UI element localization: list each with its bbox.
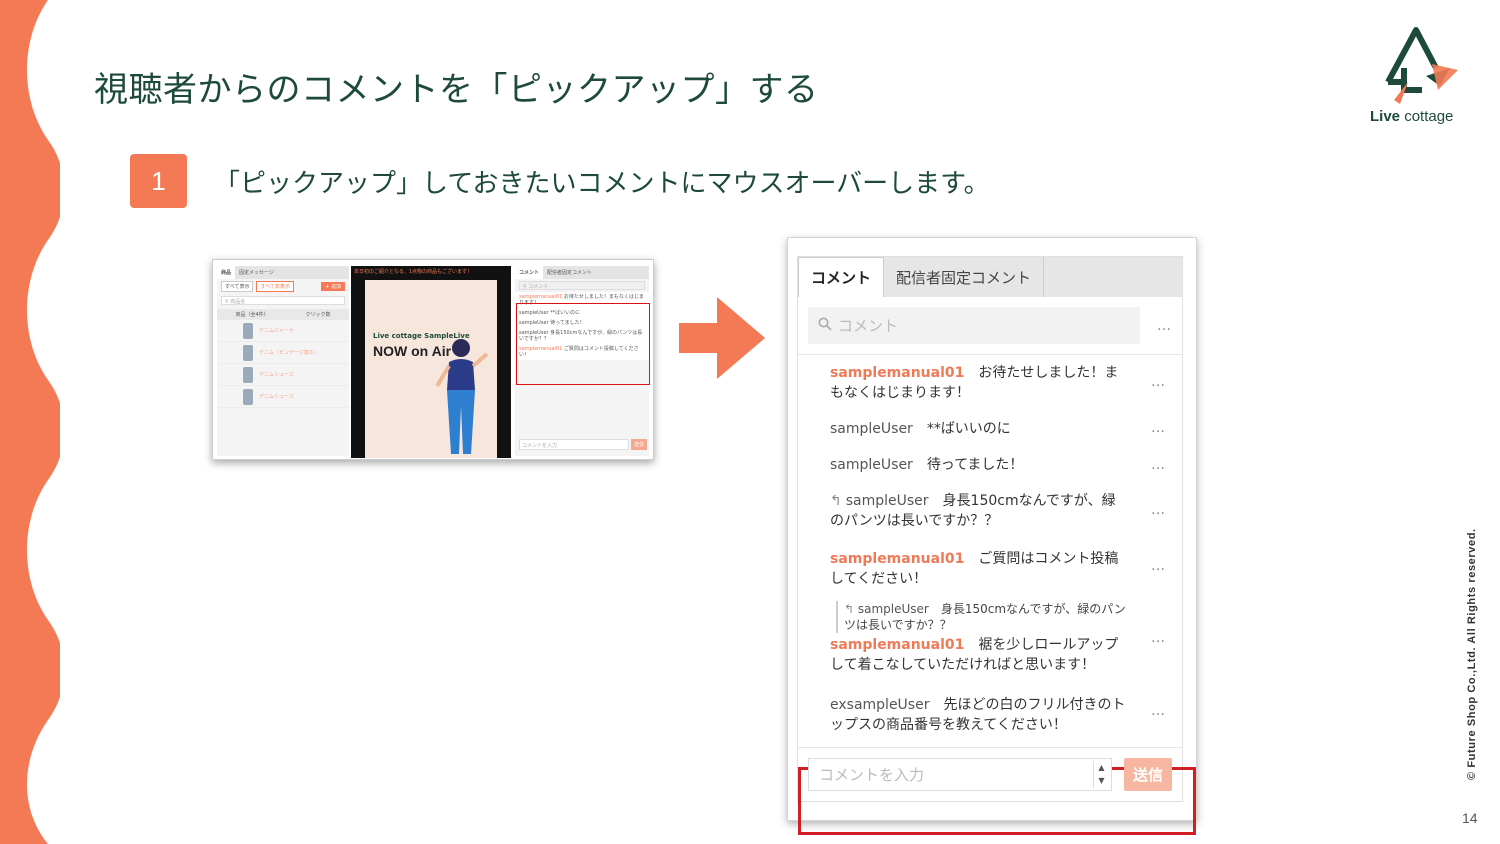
tab-comments[interactable]: コメント — [798, 257, 885, 297]
comment-user: samplemanual01 — [830, 551, 965, 567]
mini-product-search: ⚲ 商品名 — [221, 296, 345, 305]
stepper-arrows-icon[interactable]: ▲ ▼ — [1093, 761, 1109, 788]
mini-add-button: + 追加 — [321, 282, 345, 291]
comment-item-reply[interactable]: ↰ sampleUser 身長150cmなんですが、緑のパンツは長いですか？？ s… — [798, 595, 1182, 681]
comment-user: sampleUser — [830, 457, 913, 473]
comment-menu-icon[interactable]: … — [1151, 628, 1166, 648]
comment-user: samplemanual01 — [830, 637, 965, 653]
mini-product-row: デニム（ビンテージ加工） — [217, 342, 349, 364]
comment-item[interactable]: sampleUser 待ってました！ … — [798, 447, 1182, 483]
tab-pinned-comments[interactable]: 配信者固定コメント — [884, 257, 1045, 297]
comment-item[interactable]: sampleUser **ばいいのに … — [798, 409, 1182, 447]
comment-item[interactable]: samplemanual01 お待たせしました！まもなくはじまります！ … — [798, 355, 1182, 409]
mini-col-clicks: クリック数 — [305, 312, 331, 318]
comment-user: sampleUser — [845, 493, 929, 509]
mini-product-row: デニムシューズ — [217, 386, 349, 408]
comment-panel-zoom: コメント 配信者固定コメント コメント … samplemanual01 お待たせ… — [787, 237, 1197, 835]
comment-menu-icon[interactable]: … — [1151, 455, 1166, 475]
comment-item[interactable]: ↰ sampleUser 身長150cmなんですが、緑のパンツは長いですか？？ … — [798, 483, 1182, 537]
overview-screenshot: 商品 固定メッセージ すべて表示 すべて非表示 + 追加 ⚲ 商品名 商品（全4… — [212, 259, 654, 460]
mini-send-button: 送信 — [631, 439, 647, 450]
mini-col-products: 商品（全4件） — [235, 312, 269, 318]
comment-list: samplemanual01 お待たせしました！まもなくはじまります！ … sam… — [798, 355, 1196, 835]
mini-now-on-air: NOW on Air — [373, 343, 452, 359]
comment-tabs: コメント 配信者固定コメント — [798, 257, 1182, 297]
search-icon — [818, 317, 832, 335]
mini-tab-comments: コメント — [515, 266, 544, 279]
comment-user: samplemanual01 — [830, 365, 965, 381]
comment-text: **ばいいのに — [926, 421, 1011, 437]
live-cottage-logo: Live cottage — [1366, 24, 1470, 130]
page-number: 14 — [1462, 810, 1478, 826]
wave-decoration — [0, 0, 60, 844]
step-number-badge: 1 — [130, 154, 187, 208]
comment-input[interactable]: コメントを入力 ▲ ▼ — [808, 758, 1112, 791]
reply-icon: ↰ — [830, 493, 842, 509]
mini-comment-search: ⚲ コメント — [519, 281, 645, 290]
reply-icon: ↰ — [844, 602, 858, 616]
cottage-logo-icon — [1385, 27, 1458, 104]
comment-item-hovered[interactable]: exsampleUser 先ほどの白のフリル付きのトップスの商品番号を教えてくださ… — [798, 681, 1182, 741]
mini-comment-input: コメントを入力 — [519, 439, 629, 450]
comment-search-input[interactable]: コメント — [808, 307, 1140, 344]
mini-banner: 本日初のご紹介となる、1点物の商品もございます！ — [354, 269, 473, 275]
comment-item[interactable]: samplemanual01 ご質問はコメント投稿してください！ … — [798, 537, 1182, 595]
comment-menu-icon[interactable]: … — [1151, 500, 1166, 520]
comment-menu-icon[interactable]: … — [1151, 418, 1166, 438]
mini-tab-products: 商品 — [217, 266, 236, 279]
comment-menu-icon[interactable]: … — [1151, 701, 1166, 721]
quoted-comment: ↰ sampleUser 身長150cmなんですが、緑のパンツは長いですか？？ — [836, 601, 1126, 633]
slide-title: 視聴者からのコメントを「ピックアップ」する — [94, 70, 819, 110]
mini-show-all-button: すべて表示 — [221, 281, 254, 292]
mini-tab-fixed-message: 固定メッセージ — [239, 270, 274, 276]
comment-user: sampleUser — [830, 421, 913, 437]
presenter-illustration — [435, 339, 489, 454]
mini-video-frame: Live cottage SampleLive NOW on Air — [365, 280, 497, 458]
comment-user: exsampleUser — [830, 697, 930, 713]
right-arrow-icon — [679, 297, 765, 379]
step-instruction: 「ピックアップ」しておきたいコメントにマウスオーバーします。 — [214, 169, 990, 199]
comment-menu-icon[interactable]: … — [1151, 372, 1166, 392]
copyright-notice: © Future Shop Co.,Ltd. All Rights reserv… — [1466, 528, 1478, 780]
comment-menu-icon[interactable]: … — [1151, 556, 1166, 576]
comment-text: 待ってました！ — [926, 457, 1024, 473]
mini-product-panel: 商品 固定メッセージ すべて表示 すべて非表示 + 追加 ⚲ 商品名 商品（全4… — [217, 266, 349, 456]
mini-tab-pinned: 配信者固定コメント — [547, 270, 593, 276]
mini-product-row: デニムジャーナ — [217, 320, 349, 342]
mini-video-area: 本日初のご紹介となる、1点物の商品もございます！ Live cottage Sa… — [351, 266, 511, 458]
send-button[interactable]: 送信 — [1124, 758, 1172, 791]
more-options-icon[interactable]: … — [1157, 318, 1172, 334]
mini-product-row: デニムシューズ — [217, 364, 349, 386]
mini-highlight-box — [516, 303, 650, 385]
mini-hide-all-button: すべて非表示 — [256, 281, 294, 292]
